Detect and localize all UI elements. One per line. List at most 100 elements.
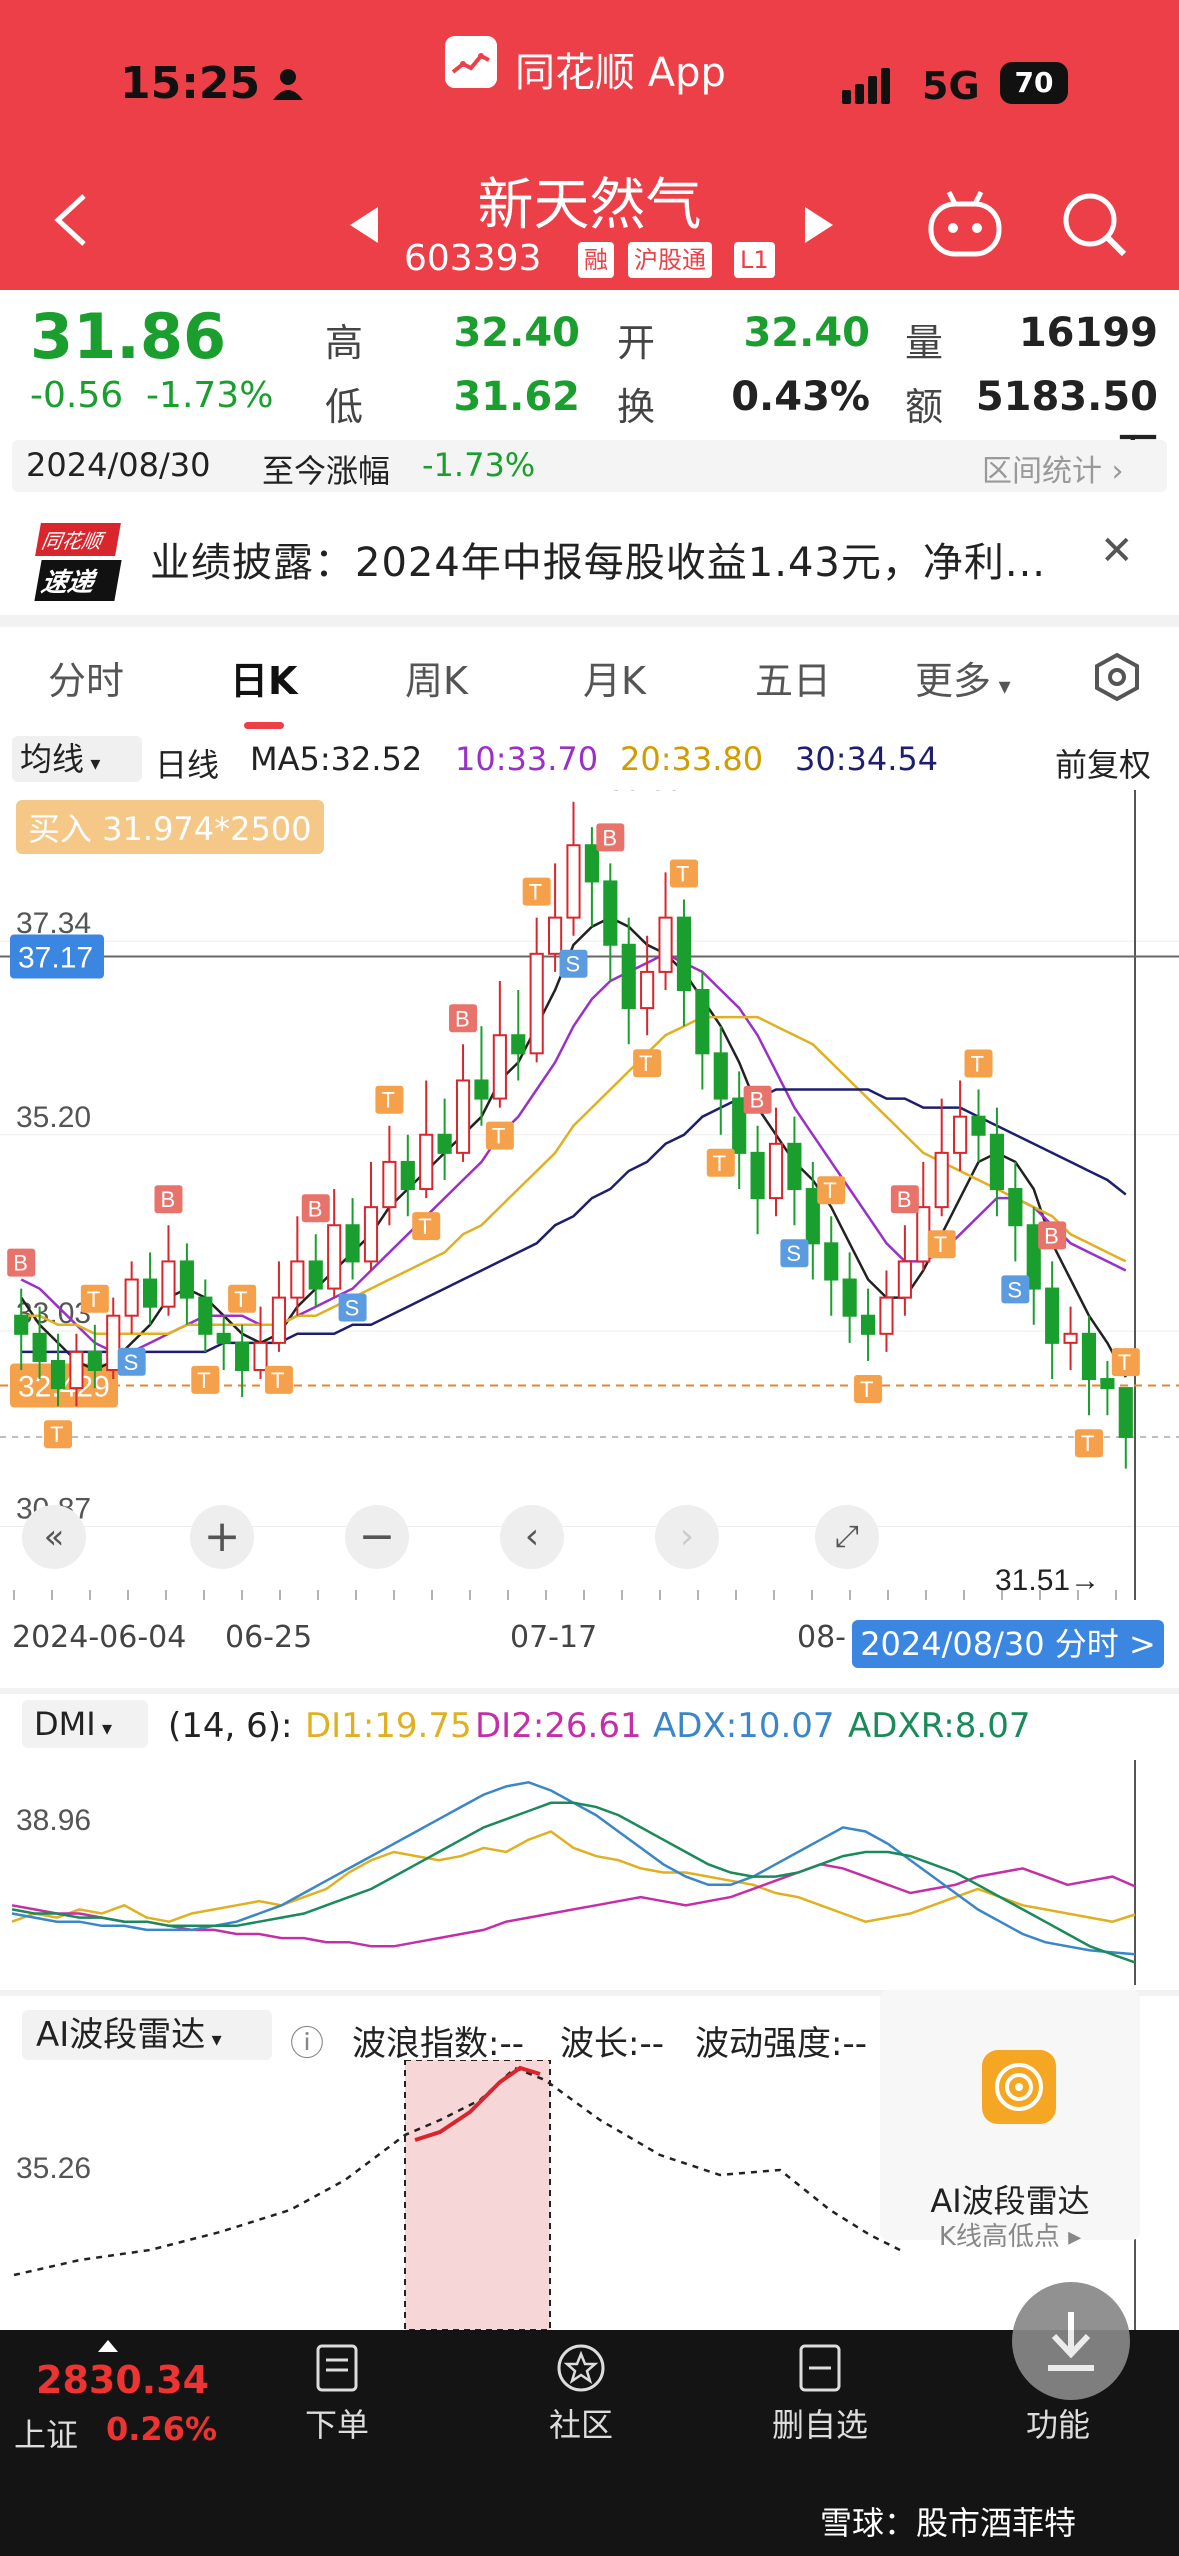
signal-marker-label: B — [455, 1006, 470, 1031]
tag-margin: 融 — [578, 242, 614, 278]
x-label-start: 2024-06-04 — [12, 1620, 187, 1655]
candle-body — [989, 1133, 1005, 1191]
candle-body — [345, 1224, 360, 1263]
remove-watchlist-icon[interactable] — [795, 2342, 845, 2394]
tab-monthly-k[interactable]: 月K — [583, 650, 646, 705]
x-label-3: 07-17 — [510, 1620, 598, 1655]
signal-marker-label: T — [823, 1178, 836, 1203]
app-logo-icon — [445, 36, 497, 88]
candle-body — [50, 1359, 66, 1390]
scroll-left-icon[interactable]: ‹ — [500, 1505, 564, 1569]
ai-indicator-selector[interactable]: AI波段雷达 ▾ — [22, 2010, 272, 2060]
community-icon[interactable] — [553, 2342, 609, 2394]
function-button[interactable]: 功能 — [988, 2400, 1128, 2446]
candle-body — [271, 1296, 287, 1344]
community-button[interactable]: 社区 — [511, 2400, 651, 2446]
turnover-label: 换 — [617, 385, 656, 429]
remove-watchlist-button[interactable]: 删自选 — [750, 2400, 890, 2446]
scroll-right-icon[interactable]: › — [655, 1505, 719, 1569]
low-value: 31.62 — [453, 374, 580, 420]
signal-marker-label: T — [713, 1151, 726, 1176]
tab-five-day[interactable]: 五日 — [755, 650, 831, 705]
signal-marker-label: T — [1118, 1350, 1131, 1375]
ai-radar-icon[interactable] — [982, 2050, 1056, 2124]
robot-assistant-icon[interactable] — [925, 190, 1005, 260]
zoom-out-icon[interactable]: − — [345, 1505, 409, 1569]
tab-daily-k[interactable]: 日K — [230, 650, 297, 705]
settings-hex-icon[interactable] — [1092, 652, 1142, 702]
low-label: 低 — [325, 385, 364, 429]
candle-body — [879, 1296, 894, 1335]
divider — [0, 615, 1179, 627]
index-value[interactable]: 2830.34 — [36, 2358, 209, 2402]
candle-body — [732, 1097, 747, 1154]
candle-body — [1008, 1188, 1023, 1227]
fullscreen-icon[interactable]: ⤢ — [815, 1505, 879, 1569]
index-name: 上证 — [14, 2416, 79, 2454]
index-pct: 0.26% — [106, 2410, 218, 2448]
app-title: 同花顺 App — [515, 50, 726, 96]
signal-marker-label: T — [1081, 1431, 1094, 1456]
signal-marker-label: B — [13, 1251, 28, 1276]
tab-weekly-k[interactable]: 周K — [405, 650, 468, 705]
dmi-selector[interactable]: DMI ▾ — [22, 1700, 148, 1748]
signal-marker-label: T — [934, 1232, 947, 1257]
collapse-arrow-icon[interactable] — [98, 2340, 118, 2352]
candle-body — [529, 952, 544, 1055]
ma5-label: MA5:32.52 — [250, 740, 423, 778]
candle-body — [253, 1341, 268, 1371]
close-news-icon[interactable]: ✕ — [1100, 528, 1134, 574]
signal-icon — [842, 68, 894, 104]
candle-body — [235, 1341, 250, 1371]
candle-body — [787, 1142, 802, 1191]
ma-selector[interactable]: 均线 ▾ — [12, 736, 142, 782]
tag-level: L1 — [734, 242, 775, 278]
signal-marker-label: S — [1007, 1277, 1022, 1302]
candle-body — [640, 970, 655, 1010]
ma30-label: 30:34.54 — [795, 740, 939, 778]
signal-marker-label: T — [492, 1124, 505, 1149]
amount-label: 额 — [905, 385, 944, 429]
tab-more[interactable]: 更多 ▾ — [915, 650, 1011, 705]
candle-body — [1118, 1387, 1133, 1438]
since-value: -1.73% — [422, 446, 536, 484]
signal-marker-label: B — [602, 825, 617, 850]
order-icon[interactable] — [312, 2342, 362, 2394]
y-tick-label: 35.20 — [16, 1101, 91, 1134]
news-headline[interactable]: 业绩披露：2024年中报每股收益1.43元，净利... — [150, 530, 1046, 588]
dmi-params: (14, 6): — [168, 1706, 293, 1746]
turnover-value: 0.43% — [731, 374, 870, 420]
search-icon[interactable] — [1060, 190, 1130, 260]
candle-body — [161, 1260, 176, 1308]
shrink-left-icon[interactable]: « — [22, 1505, 86, 1569]
candle-body — [1063, 1332, 1078, 1344]
help-icon[interactable]: ⓘ — [290, 2016, 324, 2065]
candle-body — [621, 943, 636, 1010]
interval-stats-button[interactable]: 区间统计 › — [982, 446, 1124, 490]
tab-timeshare[interactable]: 分时 — [48, 650, 124, 705]
dmi-chart: 38.96 — [11, 1760, 1136, 1985]
signal-marker-label: T — [676, 862, 689, 887]
ma10-label: 10:33.70 — [455, 740, 599, 778]
adjust-label[interactable]: 前复权 — [1055, 740, 1151, 786]
candle-body — [437, 1133, 452, 1154]
signal-marker-label: B — [308, 1196, 323, 1221]
candle-body — [1045, 1287, 1060, 1344]
signal-marker-label: B — [897, 1187, 912, 1212]
kline-chart[interactable]: 37.3435.2033.0330.8737.1732.429BTTSBTTTB… — [0, 790, 1179, 1610]
candle-body — [106, 1314, 121, 1372]
order-button[interactable]: 下单 — [267, 2400, 407, 2446]
dmi-ytick: 38.96 — [16, 1804, 91, 1837]
signal-marker-label: S — [345, 1296, 360, 1321]
signal-marker-label: T — [418, 1214, 431, 1239]
timeshare-button[interactable]: 2024/08/30 分时 > — [852, 1620, 1164, 1668]
candle-body — [179, 1260, 194, 1299]
news-logo: 同花顺 速递 — [34, 523, 122, 601]
candle-body — [768, 1142, 784, 1200]
dmi-adxr: ADXR:8.07 — [848, 1706, 1031, 1746]
dmi-adx: ADX:10.07 — [653, 1706, 835, 1746]
candle-body — [474, 1079, 489, 1100]
candle-body — [455, 1079, 471, 1154]
download-float-button[interactable] — [1012, 2282, 1130, 2400]
zoom-in-icon[interactable]: + — [190, 1505, 254, 1569]
